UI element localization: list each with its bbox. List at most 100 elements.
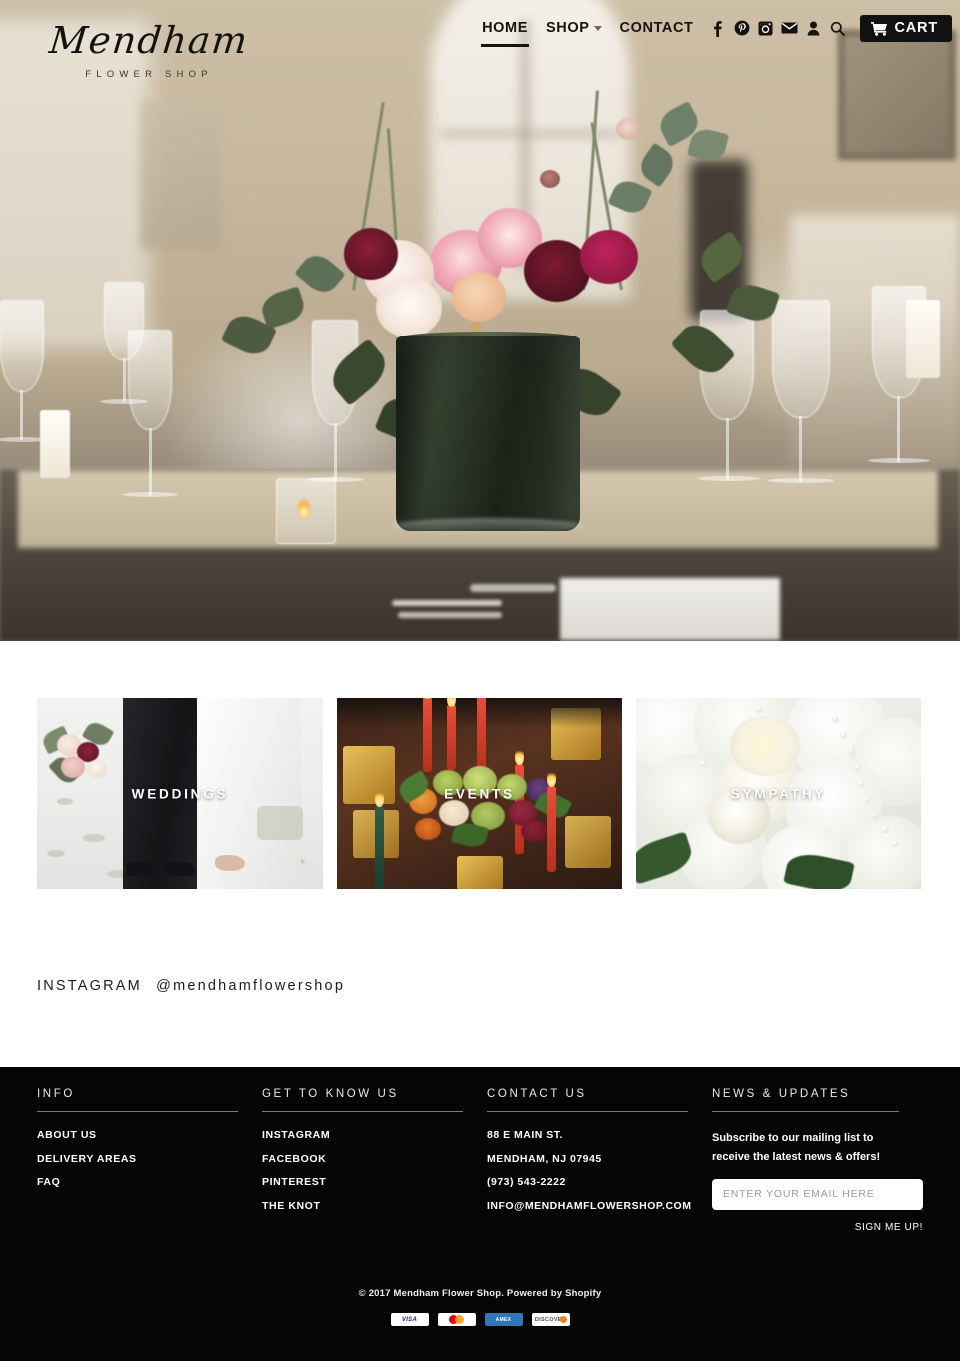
hero-eucalyptus-leaf bbox=[634, 142, 680, 188]
hero-glass-stem bbox=[799, 416, 802, 482]
footer-link-about-us[interactable]: ABOUT US bbox=[37, 1129, 238, 1141]
hero-rose-small bbox=[616, 118, 640, 140]
instagram-label: INSTAGRAM bbox=[37, 978, 142, 994]
footer-column-info: INFO ABOUT US DELIVERY AREAS FAQ bbox=[37, 1088, 262, 1233]
site-header: Mendham FLOWER SHOP HOME SHOP CONTACT CA… bbox=[0, 0, 960, 96]
hero-glass-foot bbox=[122, 492, 178, 497]
category-card-weddings[interactable]: WEDDINGS bbox=[37, 698, 323, 889]
hero-eucalyptus-leaf bbox=[294, 248, 346, 300]
footer-link-instagram[interactable]: INSTAGRAM bbox=[262, 1129, 463, 1141]
site-logo[interactable]: Mendham FLOWER SHOP bbox=[34, 19, 264, 80]
hero-spoon bbox=[470, 584, 556, 592]
cart-label: CART bbox=[894, 20, 938, 36]
footer-heading-contact-us: CONTACT US bbox=[487, 1088, 688, 1112]
cart-icon bbox=[870, 21, 888, 36]
footer-phone[interactable]: (973) 543-2222 bbox=[487, 1176, 688, 1188]
footer-email[interactable]: INFO@MENDHAMFLOWERSHOP.COM bbox=[487, 1200, 691, 1212]
cart-button[interactable]: CART bbox=[859, 14, 952, 42]
nav-item-shop[interactable]: SHOP bbox=[540, 18, 608, 38]
footer-link-faq[interactable]: FAQ bbox=[37, 1176, 238, 1188]
hero-glass bbox=[128, 330, 172, 430]
hero-glass-stem bbox=[334, 423, 337, 481]
hero-glass-stem bbox=[20, 390, 23, 440]
category-card-sympathy[interactable]: SYMPATHY bbox=[636, 698, 921, 889]
hero-rose-magenta bbox=[580, 230, 638, 284]
hero-rose-peach bbox=[452, 272, 506, 322]
footer-column-get-to-know-us: GET TO KNOW US INSTAGRAM FACEBOOK PINTER… bbox=[262, 1088, 487, 1233]
amex-icon: AMEX bbox=[484, 1313, 523, 1326]
weddings-shoe bbox=[127, 862, 157, 876]
weddings-bouquet bbox=[39, 716, 119, 788]
footer-heading-get-to-know-us: GET TO KNOW US bbox=[262, 1088, 463, 1112]
hero-image bbox=[0, 0, 960, 641]
footer-column-newsletter: NEWS & UPDATES Subscribe to our mailing … bbox=[712, 1088, 923, 1233]
hero-glass-foot bbox=[698, 476, 760, 481]
hero-vase-reflection bbox=[392, 518, 584, 534]
hero-rose-cream bbox=[376, 278, 442, 338]
hero-glass-stem bbox=[149, 428, 152, 496]
hero-vase bbox=[396, 336, 580, 531]
logo-wordmark: Mendham bbox=[47, 19, 251, 62]
hero-glass-stem bbox=[897, 396, 900, 462]
logo-tagline: FLOWER SHOP bbox=[85, 69, 213, 80]
hero-cutlery bbox=[392, 600, 502, 606]
hero-glass-stem bbox=[726, 418, 729, 480]
instagram-section-heading: INSTAGRAM @mendhamflowershop bbox=[37, 978, 345, 994]
visa-icon: VISA bbox=[390, 1313, 429, 1326]
pinterest-icon[interactable] bbox=[731, 16, 753, 40]
weddings-heel bbox=[215, 855, 245, 871]
footer-columns: INFO ABOUT US DELIVERY AREAS FAQ GET TO … bbox=[37, 1088, 923, 1233]
nav-item-contact[interactable]: CONTACT bbox=[614, 18, 700, 38]
hero-candle bbox=[906, 300, 940, 378]
email-icon[interactable] bbox=[779, 16, 801, 40]
footer-address-line-1: 88 E MAIN ST. bbox=[487, 1129, 563, 1141]
hero-banner: Mendham FLOWER SHOP HOME SHOP CONTACT CA… bbox=[0, 0, 960, 641]
nav-item-shop-label: SHOP bbox=[546, 20, 590, 36]
facebook-icon[interactable] bbox=[707, 16, 729, 40]
account-icon[interactable] bbox=[803, 16, 825, 40]
hero-glass-stem bbox=[123, 358, 126, 402]
mastercard-icon bbox=[437, 1313, 476, 1326]
hero-rose-small bbox=[540, 170, 560, 188]
footer-link-pinterest[interactable]: PINTEREST bbox=[262, 1176, 463, 1188]
hero-candle bbox=[40, 410, 70, 478]
category-label-sympathy: SYMPATHY bbox=[730, 786, 827, 801]
hero-cutlery bbox=[398, 612, 502, 618]
discover-icon: DISCOVER bbox=[531, 1313, 570, 1326]
category-label-events: EVENTS bbox=[444, 786, 515, 801]
footer-heading-news-updates: NEWS & UPDATES bbox=[712, 1088, 899, 1112]
instagram-icon[interactable] bbox=[755, 16, 777, 40]
footer-link-facebook[interactable]: FACEBOOK bbox=[262, 1153, 463, 1165]
category-card-events[interactable]: EVENTS bbox=[337, 698, 622, 889]
hero-glass bbox=[772, 300, 830, 418]
page-root: Mendham FLOWER SHOP HOME SHOP CONTACT CA… bbox=[0, 0, 960, 1361]
category-cards: WEDDINGS EVENTS SYMPATHY bbox=[37, 698, 923, 889]
hero-glass-foot bbox=[868, 458, 930, 463]
hero-napkin bbox=[560, 578, 780, 640]
footer-address-line-2: MENDHAM, NJ 07945 bbox=[487, 1152, 602, 1165]
events-centerpiece bbox=[395, 766, 573, 850]
main-navigation: HOME SHOP CONTACT CART bbox=[476, 12, 952, 47]
footer-link-delivery-areas[interactable]: DELIVERY AREAS bbox=[37, 1153, 238, 1165]
newsletter-signup-button[interactable]: SIGN ME UP! bbox=[712, 1222, 923, 1233]
weddings-shoe bbox=[165, 862, 195, 876]
search-icon[interactable] bbox=[827, 16, 849, 40]
nav-item-home[interactable]: HOME bbox=[476, 18, 534, 47]
newsletter-email-input[interactable] bbox=[712, 1178, 923, 1210]
newsletter-description: Subscribe to our mailing list to receive… bbox=[712, 1132, 881, 1163]
footer-copyright: © 2017 Mendham Flower Shop. Powered by S… bbox=[358, 1288, 602, 1299]
site-footer: INFO ABOUT US DELIVERY AREAS FAQ GET TO … bbox=[0, 1067, 960, 1361]
hero-glass bbox=[0, 300, 44, 392]
hero-glass-foot bbox=[768, 478, 834, 483]
chevron-down-icon bbox=[593, 25, 602, 31]
category-label-weddings: WEDDINGS bbox=[131, 786, 229, 801]
hero-bg-picture-left bbox=[140, 100, 220, 250]
footer-link-the-knot[interactable]: THE KNOT bbox=[262, 1200, 463, 1212]
sympathy-mum bbox=[730, 716, 800, 776]
hero-rose-burgundy bbox=[344, 228, 398, 280]
payment-methods: VISA AMEX DISCOVER bbox=[0, 1313, 960, 1326]
footer-column-contact-us: CONTACT US 88 E MAIN ST. MENDHAM, NJ 079… bbox=[487, 1088, 712, 1233]
instagram-handle[interactable]: @mendhamflowershop bbox=[156, 978, 345, 994]
hero-votive-flame bbox=[298, 498, 310, 518]
footer-heading-info: INFO bbox=[37, 1088, 238, 1112]
